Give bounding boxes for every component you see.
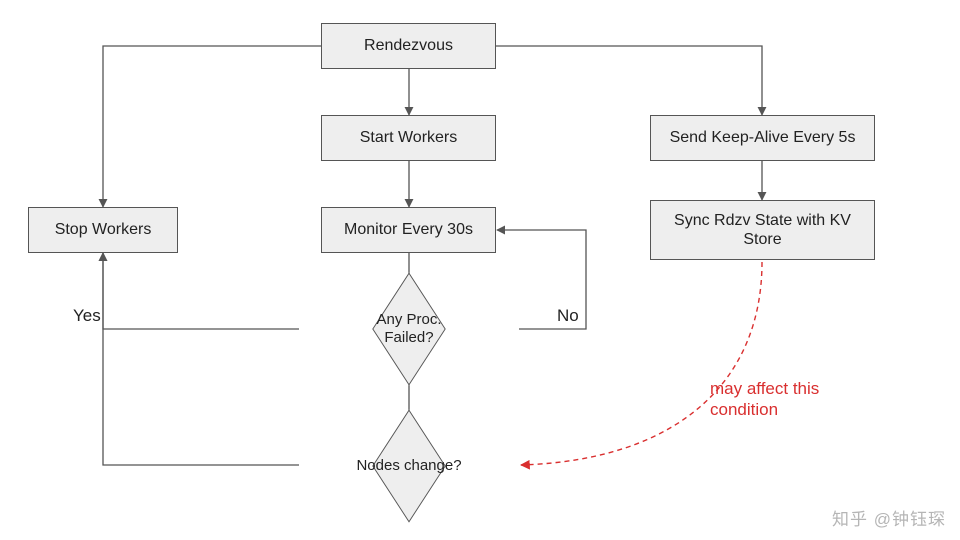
annotation-may-affect: may affect this condition: [710, 378, 819, 421]
decision-proc-failed-label: Any Proc. Failed?: [329, 311, 489, 347]
edge-label-no: No: [557, 306, 579, 326]
node-sync-rdzv-label: Sync Rdzv State with KV Store: [661, 211, 864, 249]
node-start-workers-label: Start Workers: [360, 128, 458, 147]
decision-proc-failed: Any Proc. Failed?: [376, 296, 442, 362]
node-keepalive-label: Send Keep-Alive Every 5s: [670, 128, 856, 147]
node-monitor: Monitor Every 30s: [321, 207, 496, 253]
node-stop-workers: Stop Workers: [28, 207, 178, 253]
node-keepalive: Send Keep-Alive Every 5s: [650, 115, 875, 161]
node-monitor-label: Monitor Every 30s: [344, 220, 473, 239]
watermark-text: 知乎 @钟钰琛: [832, 505, 946, 530]
node-sync-rdzv: Sync Rdzv State with KV Store: [650, 200, 875, 260]
node-start-workers: Start Workers: [321, 115, 496, 161]
decision-nodes-change-label: Nodes change?: [329, 457, 489, 475]
node-stop-workers-label: Stop Workers: [55, 220, 152, 239]
decision-nodes-change: Nodes change?: [376, 433, 442, 499]
node-rendezvous: Rendezvous: [321, 23, 496, 69]
node-rendezvous-label: Rendezvous: [364, 36, 453, 55]
edge-label-yes: Yes: [73, 306, 101, 326]
